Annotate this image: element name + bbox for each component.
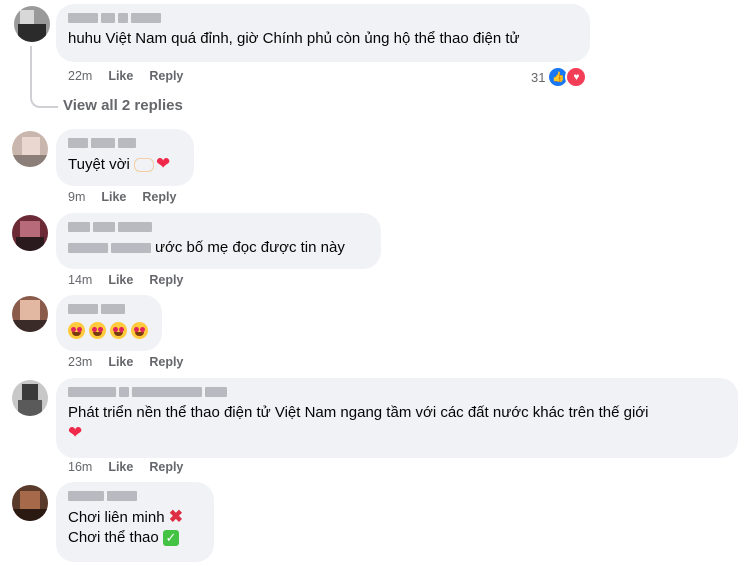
avatar[interactable]: [12, 380, 48, 416]
comment-text: huhu Việt Nam quá đỉnh, giờ Chính phủ cò…: [68, 30, 520, 47]
commenter-name[interactable]: [68, 386, 726, 397]
comment-text-row: Chơi liên minh ✖: [68, 507, 202, 528]
love-reaction-icon: ♥: [565, 66, 588, 88]
avatar[interactable]: [12, 485, 48, 521]
reply-button[interactable]: Reply: [149, 273, 183, 287]
comment-bubble: huhu Việt Nam quá đỉnh, giờ Chính phủ cò…: [56, 4, 590, 62]
comment-text: ước bố mẹ đọc được tin này: [155, 239, 345, 256]
heart-hands-emoji-icon: [133, 158, 154, 173]
reply-thread-line: [30, 46, 58, 108]
comment-actions: 22m Like Reply: [68, 69, 183, 83]
like-button[interactable]: Like: [108, 355, 133, 369]
heart-eyes-emoji-icon: [131, 321, 148, 339]
like-button[interactable]: Like: [108, 69, 133, 83]
view-replies-link[interactable]: View all 2 replies: [63, 97, 183, 114]
comment-actions: 14m Like Reply: [68, 273, 183, 287]
comment-actions: 16m Like Reply: [68, 460, 183, 474]
comment-actions: 9m Like Reply: [68, 190, 176, 204]
reaction-summary[interactable]: 31 👍 ♥: [531, 66, 588, 88]
commenter-name[interactable]: [68, 490, 202, 501]
comment-time[interactable]: 16m: [68, 460, 92, 474]
like-button[interactable]: Like: [108, 273, 133, 287]
comment-text: Phát triển nền thể thao điện tử Việt Nam…: [68, 404, 649, 421]
commenter-name[interactable]: [68, 137, 182, 148]
comment-time[interactable]: 14m: [68, 273, 92, 287]
reply-button[interactable]: Reply: [149, 355, 183, 369]
comment-time[interactable]: 9m: [68, 190, 85, 204]
like-button[interactable]: Like: [108, 460, 133, 474]
comment-time[interactable]: 23m: [68, 355, 92, 369]
heart-emoji-icon: ❤: [155, 154, 171, 173]
heart-eyes-emoji-icon: [89, 321, 106, 339]
comment-text: Chơi liên minh: [68, 509, 165, 526]
check-mark-emoji-icon: ✓: [162, 530, 179, 547]
commenter-name[interactable]: [68, 303, 150, 314]
comment-time[interactable]: 22m: [68, 69, 92, 83]
avatar[interactable]: [12, 215, 48, 251]
comment-bubble: Tuyệt vời ❤: [56, 129, 194, 186]
comment-text-row: Tuyệt vời ❤: [68, 154, 182, 175]
avatar[interactable]: [12, 296, 48, 332]
comment-bubble: ước bố mẹ đọc được tin này: [56, 213, 381, 269]
comment-text-row: Chơi thể thao ✓: [68, 528, 202, 548]
reaction-count: 31: [531, 69, 546, 85]
comment-actions: 23m Like Reply: [68, 355, 183, 369]
comment-text-row: ước bố mẹ đọc được tin này: [68, 238, 369, 258]
comment-bubble: Chơi liên minh ✖ Chơi thể thao ✓: [56, 482, 214, 562]
comment-text: Chơi thể thao: [68, 529, 159, 546]
reply-button[interactable]: Reply: [149, 460, 183, 474]
commenter-name[interactable]: [68, 221, 369, 232]
reply-button[interactable]: Reply: [142, 190, 176, 204]
tagged-name[interactable]: [68, 243, 151, 254]
comment-bubble: Phát triển nền thể thao điện tử Việt Nam…: [56, 378, 738, 458]
avatar[interactable]: [14, 6, 50, 42]
comment-emoji-row: [68, 320, 150, 340]
heart-emoji-icon: ❤: [68, 423, 83, 442]
like-button[interactable]: Like: [101, 190, 126, 204]
comment-text-line2: ❤: [68, 423, 726, 444]
comment-bubble: [56, 295, 162, 351]
heart-eyes-emoji-icon: [68, 321, 85, 339]
avatar[interactable]: [12, 131, 48, 167]
cross-mark-emoji-icon: ✖: [168, 507, 183, 526]
commenter-name[interactable]: [68, 12, 578, 23]
comment-text: Tuyệt vời: [68, 156, 130, 173]
reply-button[interactable]: Reply: [149, 69, 183, 83]
heart-eyes-emoji-icon: [110, 321, 127, 339]
